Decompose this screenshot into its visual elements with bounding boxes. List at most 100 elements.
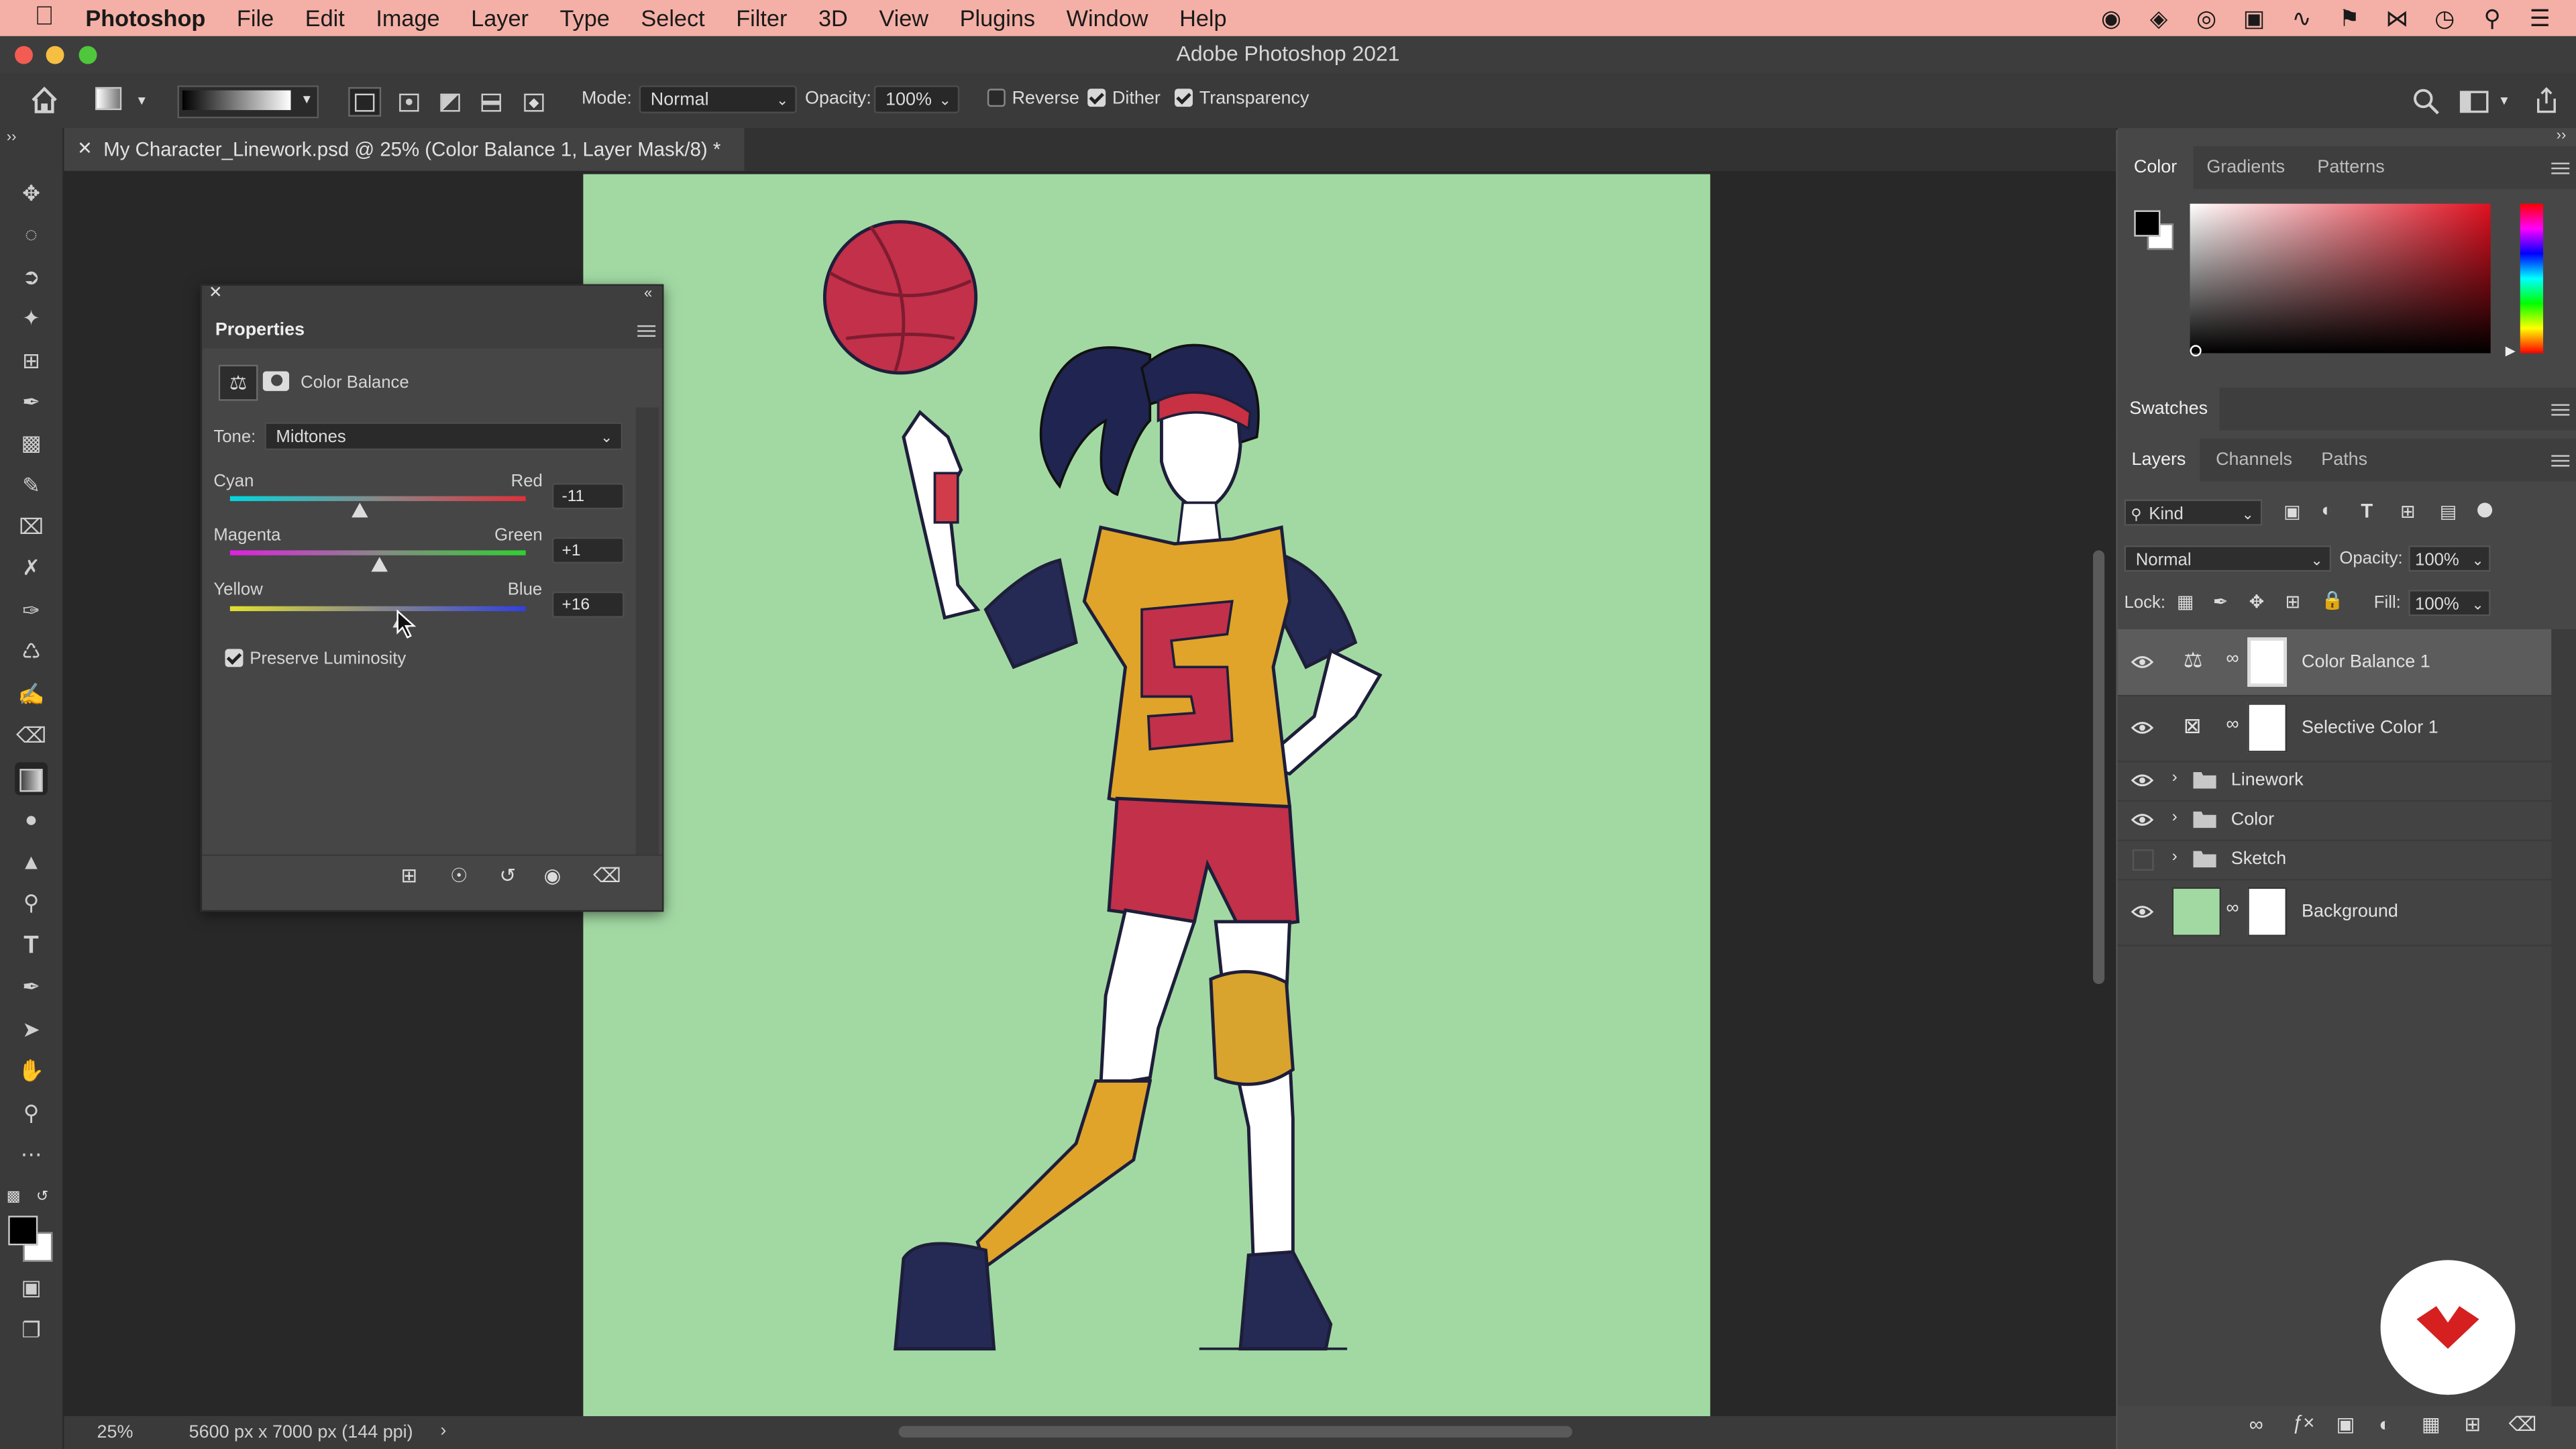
filter-smart-object-icon[interactable]: ▤ [2440, 501, 2457, 522]
flag-icon[interactable]: ⚑ [2336, 4, 2362, 32]
vertical-scrollbar[interactable] [2093, 550, 2105, 984]
chain-link-icon[interactable]: ∞ [2226, 714, 2239, 734]
eye-icon[interactable] [2131, 905, 2154, 918]
healing-brush-tool-icon[interactable]: ▩ [15, 427, 48, 460]
hand-tool-icon[interactable]: ✋ [15, 1055, 48, 1087]
menu-plugins[interactable]: Plugins [960, 5, 1035, 31]
document-tab[interactable]: ✕ My Character_Linework.psd @ 25% (Color… [64, 128, 745, 171]
workspace-icon[interactable] [2459, 91, 2489, 113]
layer-row[interactable]: ⚖ ∞ Color Balance 1 [2117, 629, 2552, 697]
layers-menu-icon[interactable] [2551, 451, 2570, 470]
preserve-luminosity-checkbox[interactable]: Preserve Luminosity [225, 648, 406, 669]
magenta-green-value[interactable]: +1 [551, 537, 625, 564]
tab-paths[interactable]: Paths [2308, 439, 2381, 482]
minimize-window-button[interactable] [46, 46, 64, 64]
chain-link-icon[interactable]: ∞ [2226, 649, 2239, 668]
status-more-icon[interactable]: › [440, 1421, 446, 1440]
close-window-button[interactable] [15, 46, 33, 64]
swap-colors-icon[interactable]: ↺ [36, 1188, 48, 1206]
menu-image[interactable]: Image [376, 5, 439, 31]
reverse-checkbox[interactable]: Reverse [987, 88, 1079, 109]
menu-3d[interactable]: 3D [818, 5, 848, 31]
lock-pixels-icon[interactable]: ✒ [2213, 592, 2229, 612]
history-brush-tool-icon[interactable]: ✍ [15, 678, 48, 711]
search-icon[interactable] [2414, 89, 2440, 115]
filter-shape-icon[interactable]: ⊞ [2400, 501, 2416, 522]
chain-link-icon[interactable]: ∞ [2226, 899, 2239, 918]
link-layers-icon[interactable]: ∞ [2249, 1413, 2263, 1436]
layer-row[interactable]: › Sketch [2117, 839, 2552, 881]
eye-icon[interactable] [2131, 655, 2154, 669]
document-info[interactable]: 5600 px x 7000 px (144 ppi) [189, 1423, 413, 1442]
properties-title[interactable]: Properties [215, 321, 305, 340]
properties-scrollbar[interactable] [635, 407, 659, 858]
collapse-dock-icon[interactable]: ›› [2557, 127, 2567, 143]
path-selection-tool-icon[interactable]: ➤ [15, 1014, 48, 1046]
lock-all-icon[interactable]: 🔒 [2321, 590, 2344, 611]
filter-type-icon[interactable]: T [2361, 499, 2373, 522]
menu-select[interactable]: Select [641, 5, 704, 31]
menu-edit[interactable]: Edit [305, 5, 345, 31]
menu-help[interactable]: Help [1179, 5, 1227, 31]
workspace-chevron-icon[interactable]: ▾ [2500, 92, 2508, 110]
bluetooth-icon[interactable]: ⋈ [2383, 4, 2410, 32]
color-balance-adjustment-icon[interactable]: ⚖ [218, 364, 258, 401]
share-icon[interactable] [2533, 85, 2559, 115]
clock-icon[interactable]: ◷ [2432, 4, 2458, 32]
collapse-panel-icon[interactable]: « [644, 284, 652, 301]
mode-select[interactable]: Normal ⌄ [639, 85, 797, 113]
color-spectrum-field[interactable] [2190, 203, 2491, 354]
zoom-window-button[interactable] [78, 46, 97, 64]
quick-mask-icon[interactable]: ▣ [15, 1272, 48, 1305]
yellow-blue-value[interactable]: +16 [551, 591, 625, 618]
reset-icon[interactable]: ↺ [499, 864, 516, 887]
tab-channels[interactable]: Channels [2203, 439, 2305, 482]
horizontal-scrollbar[interactable] [898, 1426, 1572, 1438]
transparency-checkbox[interactable]: Transparency [1175, 88, 1309, 109]
app-status-icon[interactable]: ◉ [2098, 4, 2124, 32]
expand-chevron-icon[interactable]: › [2172, 808, 2178, 826]
clip-to-layer-icon[interactable]: ⊞ [401, 864, 418, 887]
swatches-menu-icon[interactable] [2551, 401, 2570, 419]
color-panel-foreground-swatch[interactable] [2134, 210, 2161, 237]
dither-checkbox[interactable]: Dither [1087, 88, 1161, 109]
color-panel-menu-icon[interactable] [2551, 160, 2570, 178]
default-colors-icon[interactable]: ▩ [7, 1188, 21, 1206]
gradient-picker[interactable]: ▾ [177, 85, 319, 119]
close-panel-icon[interactable]: ✕ [209, 284, 223, 303]
cyan-red-slider[interactable] [229, 496, 526, 501]
foreground-color-swatch[interactable] [8, 1216, 38, 1246]
eye-icon[interactable] [2131, 773, 2154, 787]
eye-icon[interactable] [2131, 721, 2154, 735]
lasso-tool-icon[interactable]: ➲ [15, 261, 48, 294]
dodge-tool-icon[interactable]: ⚲ [15, 887, 48, 920]
delete-adjustment-icon[interactable]: ⌫ [593, 864, 621, 887]
document-canvas[interactable] [583, 174, 1711, 1419]
control-center-icon[interactable]: ☰ [2527, 4, 2553, 32]
filter-adjustment-icon[interactable]: ◐ [2321, 501, 2332, 521]
menu-layer[interactable]: Layer [471, 5, 529, 31]
type-tool-icon[interactable]: T [15, 930, 48, 963]
color-picker-handle[interactable] [2190, 345, 2202, 357]
zoom-tool-icon[interactable]: ⚲ [15, 1097, 48, 1130]
menu-type[interactable]: Type [559, 5, 609, 31]
background-layer-thumbnail[interactable] [2171, 887, 2222, 936]
spotlight-icon[interactable]: ⚲ [2479, 4, 2506, 32]
tool-preset-picker[interactable] [95, 87, 128, 112]
lock-artboard-icon[interactable]: ⊞ [2286, 592, 2301, 612]
lock-position-icon[interactable]: ✥ [2249, 592, 2265, 612]
menu-app[interactable]: Photoshop [85, 5, 205, 31]
cyan-red-slider-thumb[interactable] [352, 502, 369, 518]
cloud-status-icon[interactable]: ◈ [2145, 4, 2171, 32]
view-previous-icon[interactable]: ☉ [450, 864, 468, 887]
clone-stamp-tool-icon[interactable]: ♺ [15, 636, 48, 669]
properties-panel-header[interactable]: ✕ « [202, 284, 662, 309]
add-mask-icon[interactable]: ▣ [2336, 1413, 2355, 1436]
menu-view[interactable]: View [879, 5, 928, 31]
collapse-toolbar-icon[interactable]: ›› [7, 128, 17, 144]
tab-layers[interactable]: Layers [2117, 438, 2200, 482]
eraser-tool-icon[interactable]: ⌫ [15, 720, 48, 753]
layer-row[interactable]: ∞ Background [2117, 879, 2552, 947]
layer-mask-thumbnail[interactable] [2247, 703, 2288, 753]
more-tools-icon[interactable]: ⋯ [15, 1138, 48, 1171]
